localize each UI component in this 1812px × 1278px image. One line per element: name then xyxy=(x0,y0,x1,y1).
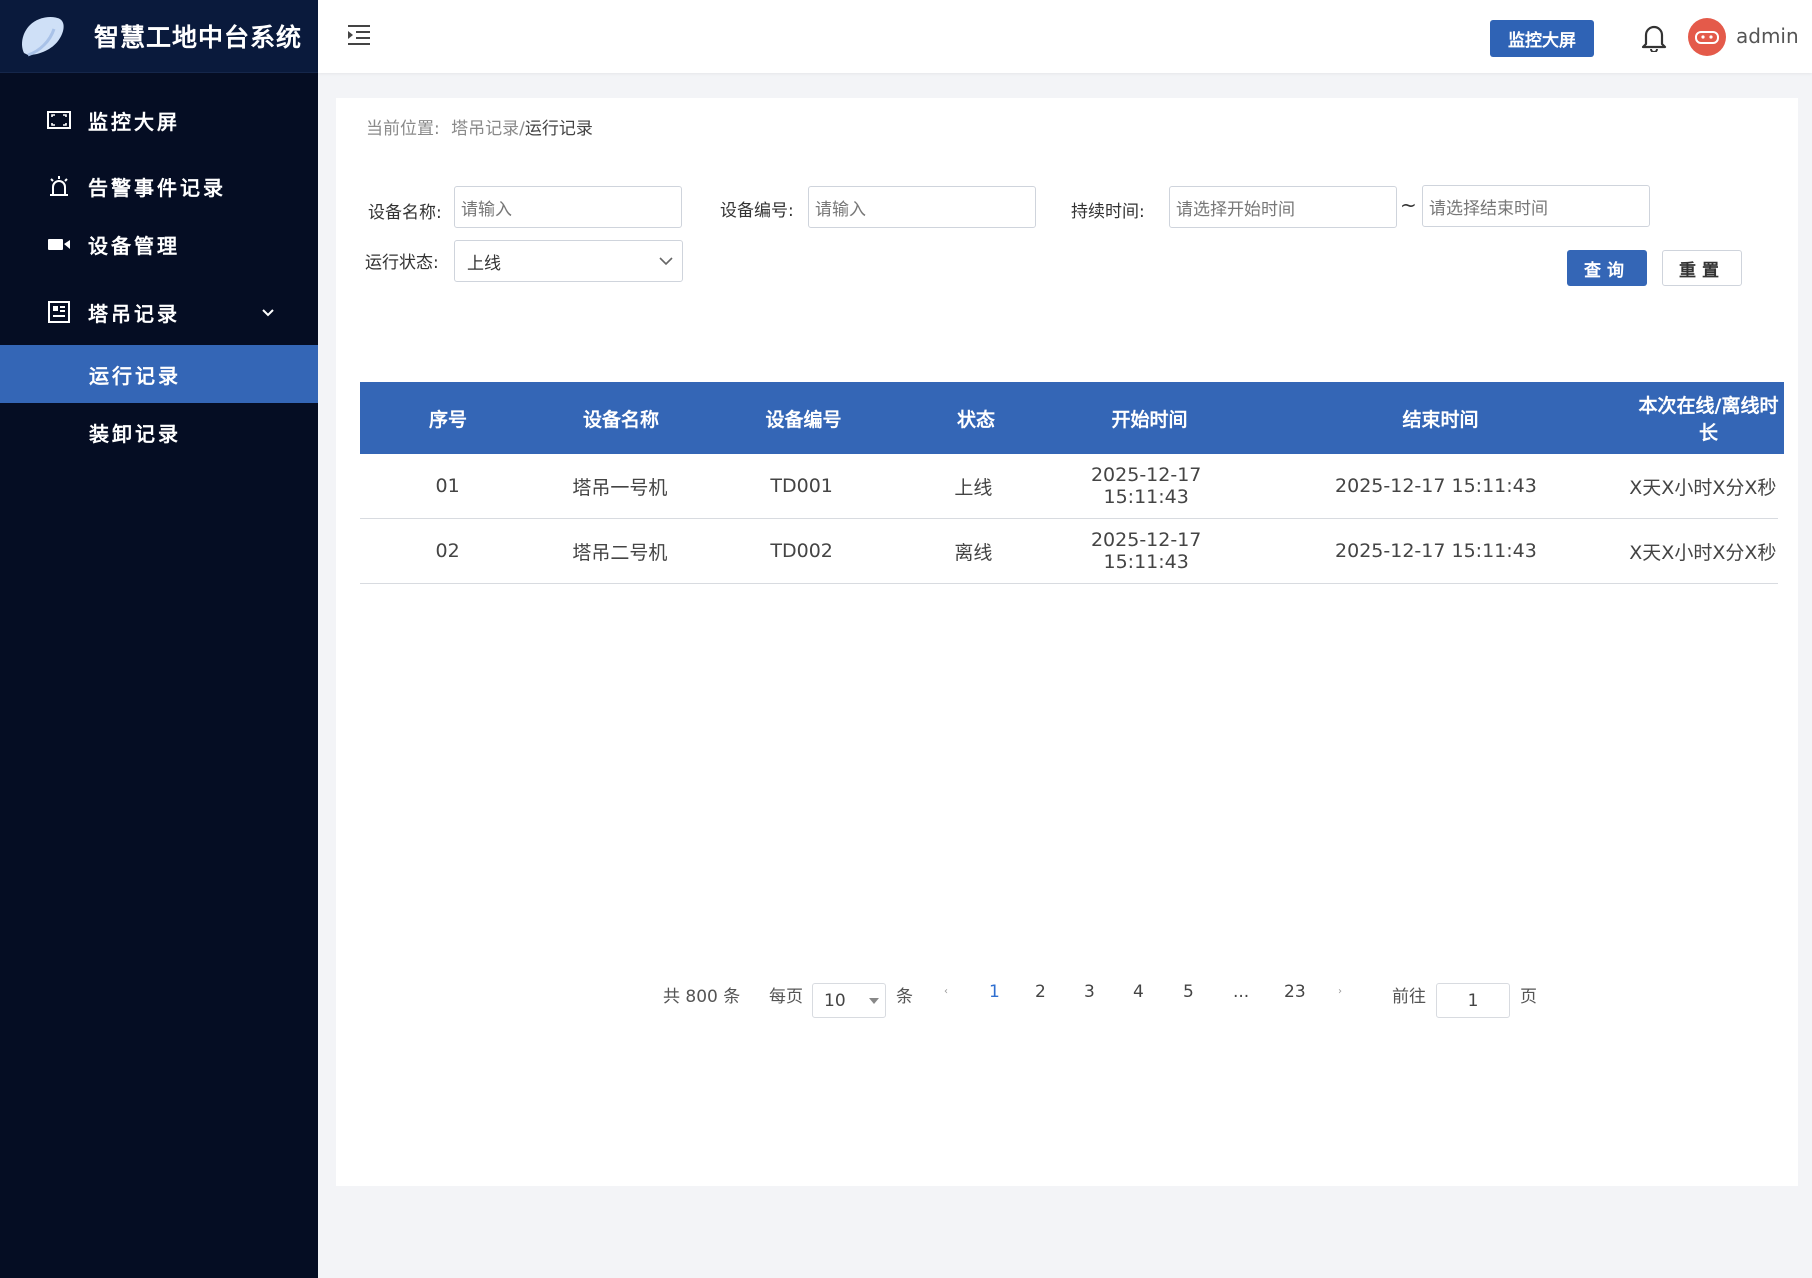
page-number[interactable]: 4 xyxy=(1133,982,1144,1002)
breadcrumb: 当前位置: 塔吊记录/运行记录 xyxy=(366,114,593,139)
breadcrumb-current: 运行记录 xyxy=(524,119,593,139)
record-icon xyxy=(46,299,72,325)
sidebar-item-alarm-records[interactable]: 告警事件记录 xyxy=(0,153,318,219)
column-header: 结束时间 xyxy=(1402,408,1479,431)
sidebar-menu: 监控大屏 告警事件记录 设备管理 塔吊记录 运行记录 装卸记录 xyxy=(0,87,318,461)
device-name-input[interactable]: 请输入 xyxy=(454,186,682,228)
cell-device-code: TD002 xyxy=(770,540,833,562)
column-header: 设备编号 xyxy=(765,408,842,431)
sidebar-item-label: 设备管理 xyxy=(88,233,180,258)
records-table: 序号 设备名称 设备编号 状态 开始时间 结束时间 本次在线/离线时长 01 塔… xyxy=(360,382,1784,584)
cloud-logo-icon xyxy=(22,17,64,57)
column-header: 状态 xyxy=(956,408,995,431)
cell-end-time: 2025-12-17 15:11:43 xyxy=(1335,540,1537,562)
sidebar-item-label: 告警事件记录 xyxy=(88,175,226,200)
page-number[interactable]: 1 xyxy=(989,982,1000,1002)
pagination-goto-unit: 页 xyxy=(1520,987,1537,1007)
cell-end-time: 2025-12-17 15:11:43 xyxy=(1335,475,1537,497)
column-header: 开始时间 xyxy=(1111,408,1188,431)
screen-icon xyxy=(46,107,72,133)
sidebar-item-label: 塔吊记录 xyxy=(88,301,180,326)
cell-device-name: 塔吊一号机 xyxy=(572,476,668,499)
start-time-input[interactable]: 请选择开始时间 xyxy=(1169,186,1397,228)
cell-index: 02 xyxy=(435,540,460,562)
sidebar-item-monitor-screen[interactable]: 监控大屏 xyxy=(0,87,318,153)
avatar[interactable] xyxy=(1688,18,1726,56)
cell-start-time: 2025-12-17 15:11:43 xyxy=(1090,529,1202,573)
pagination-goto-label: 前往 xyxy=(1392,987,1426,1007)
alarm-icon xyxy=(46,173,72,199)
cell-device-name: 塔吊二号机 xyxy=(572,541,668,564)
table-header: 序号 设备名称 设备编号 状态 开始时间 结束时间 本次在线/离线时长 xyxy=(360,382,1784,454)
page-size-select[interactable]: 10 xyxy=(812,983,886,1018)
chevron-down-icon xyxy=(262,309,274,317)
goto-page-input[interactable]: 1 xyxy=(1436,983,1510,1018)
status-label: 运行状态: xyxy=(365,253,439,273)
range-separator: ~ xyxy=(1400,193,1417,217)
camera-icon xyxy=(46,231,72,257)
device-code-label: 设备编号: xyxy=(720,201,794,221)
reset-button[interactable]: 重置 xyxy=(1662,250,1742,286)
duration-label: 持续时间: xyxy=(1071,202,1145,222)
cell-index: 01 xyxy=(435,475,460,497)
chevron-down-icon xyxy=(659,257,673,266)
app-title: 智慧工地中台系统 xyxy=(94,23,303,52)
device-code-input[interactable]: 请输入 xyxy=(808,186,1036,228)
next-page-icon[interactable]: › xyxy=(1338,986,1342,997)
bell-icon[interactable] xyxy=(1640,22,1668,52)
pagination-total: 共 800 条 xyxy=(663,987,741,1007)
status-select[interactable]: 上线 xyxy=(454,240,683,282)
column-header: 本次在线/离线时长 xyxy=(1638,395,1779,444)
sidebar-item-label: 监控大屏 xyxy=(88,109,180,134)
page-number[interactable]: 2 xyxy=(1035,982,1046,1002)
cell-duration: X天X小时X分X秒 xyxy=(1629,541,1777,564)
device-name-label: 设备名称: xyxy=(368,203,442,223)
table-row: 01 塔吊一号机 TD001 上线 2025-12-17 15:11:43 20… xyxy=(360,454,1778,519)
sidebar: 智慧工地中台系统 监控大屏 告警事件记录 设备管理 塔吊记录 运行记录 装卸记录 xyxy=(0,0,318,1278)
content-panel: 当前位置: 塔吊记录/运行记录 设备名称: 请输入 设备编号: 请输入 持续时间… xyxy=(336,98,1798,1186)
column-header: 设备名称 xyxy=(582,408,659,431)
sidebar-item-crane-records[interactable]: 塔吊记录 xyxy=(0,279,318,345)
breadcrumb-prefix: 当前位置: xyxy=(366,119,440,139)
cell-device-code: TD001 xyxy=(770,475,833,497)
monitor-screen-button[interactable]: 监控大屏 xyxy=(1490,20,1594,57)
username[interactable]: admin xyxy=(1736,24,1799,48)
breadcrumb-parent[interactable]: 塔吊记录/ xyxy=(451,119,525,139)
column-header: 序号 xyxy=(428,408,467,431)
page-ellipsis[interactable]: ... xyxy=(1233,982,1249,1002)
cell-start-time: 2025-12-17 15:11:43 xyxy=(1090,464,1202,508)
top-header: 监控大屏 admin xyxy=(318,0,1812,73)
cell-status: 离线 xyxy=(954,541,993,564)
query-button[interactable]: 查询 xyxy=(1567,250,1647,286)
caret-down-icon xyxy=(869,998,879,1004)
sidebar-subitem-run-records[interactable]: 运行记录 xyxy=(0,345,318,403)
table-row: 02 塔吊二号机 TD002 离线 2025-12-17 15:11:43 20… xyxy=(360,519,1778,584)
sidebar-subitem-label: 运行记录 xyxy=(89,363,181,388)
pagination-per-page-label: 每页 xyxy=(769,987,803,1007)
sidebar-item-device-management[interactable]: 设备管理 xyxy=(0,211,318,277)
sidebar-subitem-label: 装卸记录 xyxy=(89,421,181,446)
menu-collapse-icon[interactable] xyxy=(346,22,372,48)
page-number[interactable]: 3 xyxy=(1084,982,1095,1002)
page-number[interactable]: 5 xyxy=(1183,982,1194,1002)
cell-duration: X天X小时X分X秒 xyxy=(1629,476,1777,499)
cell-status: 上线 xyxy=(954,476,993,499)
end-time-input[interactable]: 请选择结束时间 xyxy=(1422,185,1650,227)
prev-page-icon[interactable]: ‹ xyxy=(944,986,948,997)
page-number[interactable]: 23 xyxy=(1284,982,1306,1002)
page-size-value: 10 xyxy=(824,990,846,1011)
pagination-per-page-unit: 条 xyxy=(896,987,913,1007)
brand: 智慧工地中台系统 xyxy=(0,0,318,73)
sidebar-subitem-load-unload-records[interactable]: 装卸记录 xyxy=(0,403,318,461)
status-select-value: 上线 xyxy=(467,253,501,274)
